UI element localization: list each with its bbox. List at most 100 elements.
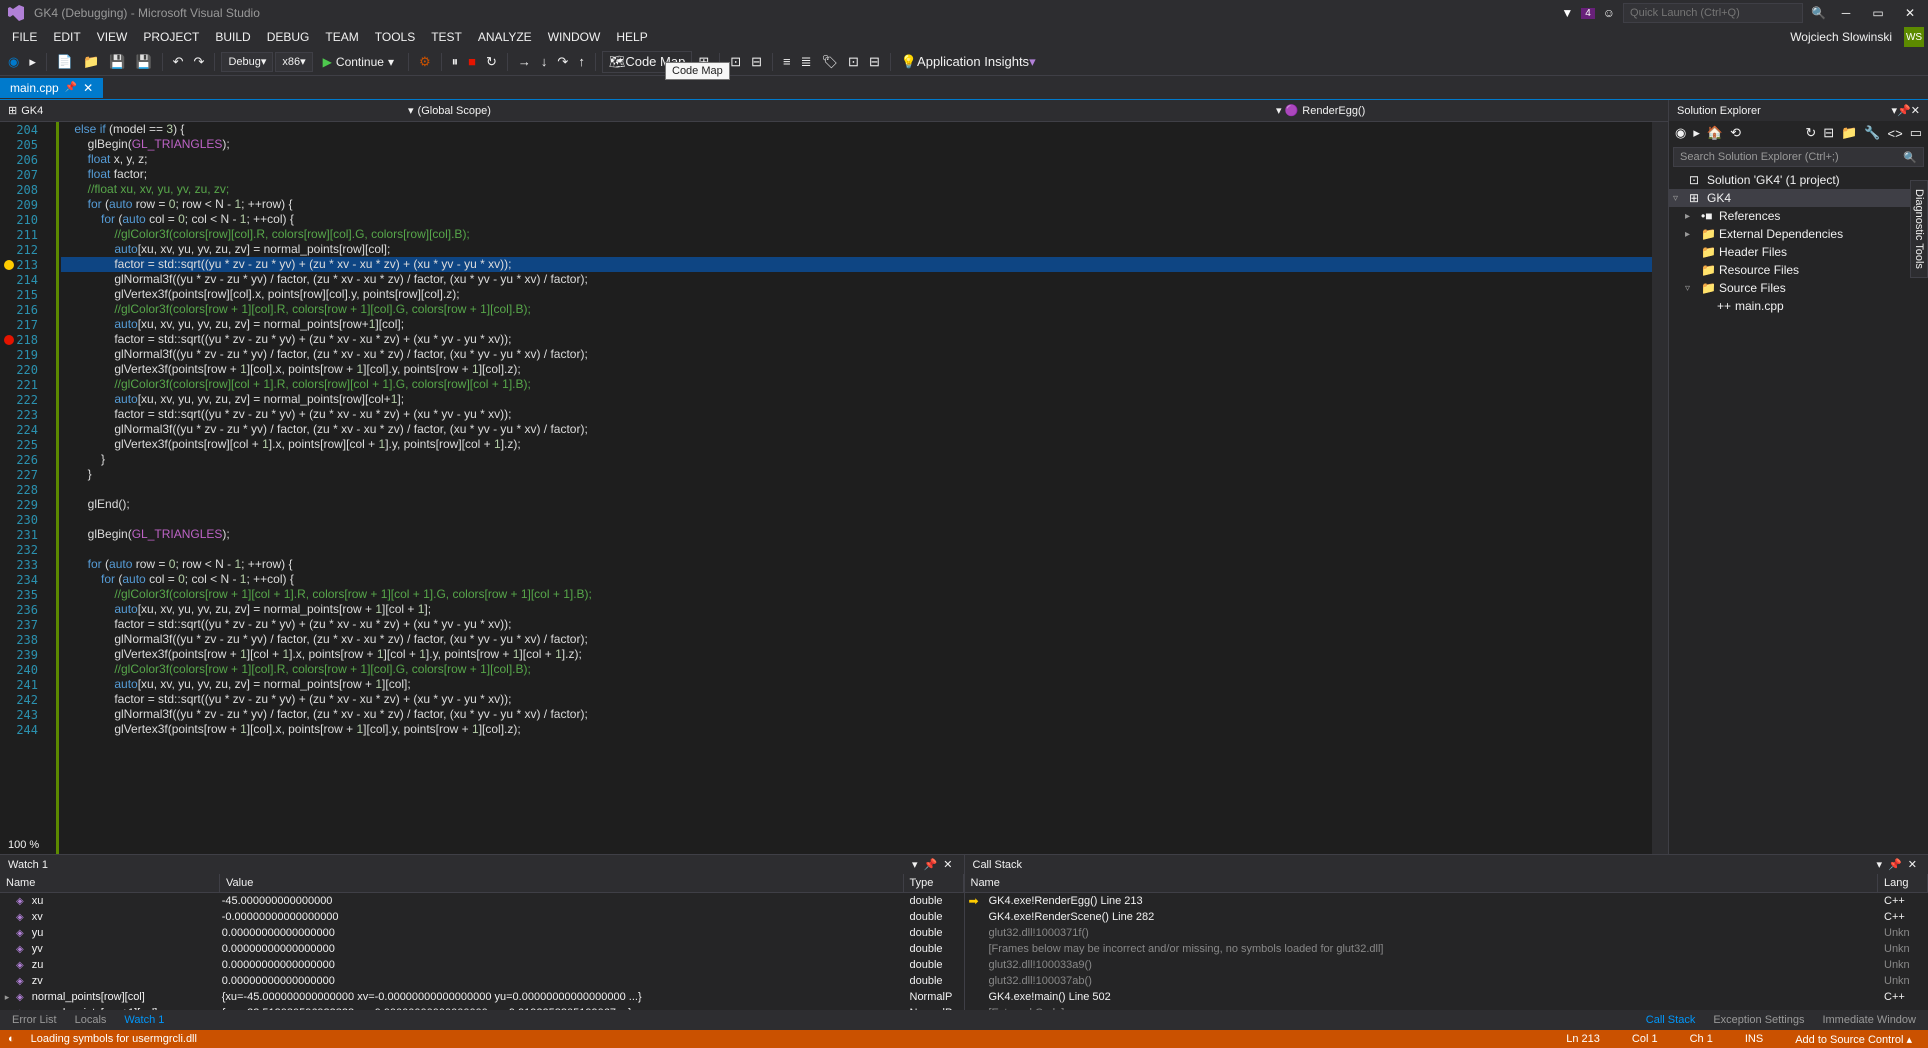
code-line[interactable]: glNormal3f((yu * zv - zu * yv) / factor,…	[61, 272, 1652, 287]
pin-icon[interactable]: 📌	[65, 82, 77, 93]
platform-combo[interactable]: x86 ▾	[275, 52, 312, 72]
tb-icon-4[interactable]: ≡	[779, 52, 795, 71]
tb-icon-7[interactable]: ⊡	[844, 52, 863, 72]
solution-tree[interactable]: ⊡Solution 'GK4' (1 project)▿⊞GK4▸•■Refer…	[1669, 169, 1928, 854]
tb-icon-3[interactable]: ⊟	[747, 52, 766, 72]
callstack-row[interactable]: [External Code]	[965, 1005, 1928, 1010]
code-line[interactable]: glBegin(GL_TRIANGLES);	[61, 527, 1652, 542]
save-icon[interactable]: 💾	[105, 52, 129, 72]
line-number[interactable]: 231	[0, 527, 56, 542]
menu-help[interactable]: HELP	[608, 28, 655, 46]
callstack-row[interactable]: GK4.exe!RenderScene() Line 282C++	[965, 909, 1928, 925]
tab-callstack[interactable]: Call Stack	[1638, 1012, 1704, 1028]
line-number[interactable]: 217	[0, 317, 56, 332]
line-number[interactable]: 221	[0, 377, 56, 392]
menu-debug[interactable]: DEBUG	[259, 28, 318, 46]
code-line[interactable]: glVertex3f(points[row + 1][col + 1].x, p…	[61, 647, 1652, 662]
tab-watch1[interactable]: Watch 1	[116, 1012, 172, 1028]
diagnostic-tools-tab[interactable]: Diagnostic Tools	[1910, 180, 1928, 278]
line-number[interactable]: 239	[0, 647, 56, 662]
code-line[interactable]: //glColor3f(colors[row + 1][col].R, colo…	[61, 302, 1652, 317]
line-number[interactable]: 238	[0, 632, 56, 647]
step-into-icon[interactable]: ↓	[537, 52, 552, 71]
code-line[interactable]: glNormal3f((yu * zv - zu * yv) / factor,…	[61, 707, 1652, 722]
tree-node[interactable]: ++main.cpp	[1669, 297, 1928, 315]
code-line[interactable]: glVertex3f(points[row][col + 1].x, point…	[61, 437, 1652, 452]
line-number[interactable]: 232	[0, 542, 56, 557]
menu-project[interactable]: PROJECT	[135, 28, 207, 46]
code-line[interactable]: factor = std::sqrt((yu * zv - zu * yv) +…	[61, 617, 1652, 632]
redo-icon[interactable]: ↷	[190, 52, 209, 72]
callstack-row[interactable]: ➡GK4.exe!RenderEgg() Line 213C++	[965, 893, 1928, 909]
step-out-icon[interactable]: ↑	[574, 52, 589, 71]
se-refresh-icon[interactable]: ↻	[1803, 123, 1818, 143]
code-line[interactable]: auto[xu, xv, yu, yv, zu, zv] = normal_po…	[61, 317, 1652, 332]
menu-test[interactable]: TEST	[423, 28, 470, 46]
line-number[interactable]: 227	[0, 467, 56, 482]
code-line[interactable]: factor = std::sqrt((yu * zv - zu * yv) +…	[61, 692, 1652, 707]
se-code-icon[interactable]: <>	[1886, 124, 1905, 143]
line-number[interactable]: 240	[0, 662, 56, 677]
se-sync-icon[interactable]: ⟲	[1728, 123, 1743, 143]
watch-row[interactable]: ◈xu-45.000000000000000double	[0, 893, 964, 909]
next-stmt-icon[interactable]: →	[514, 52, 535, 71]
se-showall-icon[interactable]: 📁	[1839, 123, 1859, 143]
tree-node[interactable]: ▿📁Source Files	[1669, 279, 1928, 297]
menu-edit[interactable]: EDIT	[45, 28, 88, 46]
menu-analyze[interactable]: ANALYZE	[470, 28, 540, 46]
line-number[interactable]: 224	[0, 422, 56, 437]
user-name[interactable]: Wojciech Slowinski	[1784, 28, 1898, 46]
panel-pin-icon[interactable]: 📌	[921, 858, 941, 871]
process-icon[interactable]: ⚙	[415, 52, 435, 72]
line-number[interactable]: 219	[0, 347, 56, 362]
menu-tools[interactable]: TOOLS	[367, 28, 423, 46]
code-line[interactable]: //glColor3f(colors[row][col + 1].R, colo…	[61, 377, 1652, 392]
cs-col-lang[interactable]: Lang	[1878, 874, 1928, 892]
callstack-row[interactable]: glut32.dll!1000371f()Unkn	[965, 925, 1928, 941]
code-line[interactable]: for (auto row = 0; row < N - 1; ++row) {	[61, 557, 1652, 572]
code-line[interactable]	[61, 512, 1652, 527]
callstack-row[interactable]: glut32.dll!100033a9()Unkn	[965, 957, 1928, 973]
code-line[interactable]: auto[xu, xv, yu, yv, zu, zv] = normal_po…	[61, 602, 1652, 617]
panel-close-icon[interactable]: ✕	[940, 858, 955, 871]
close-button[interactable]: ✕	[1898, 3, 1922, 23]
code-line[interactable]: //glColor3f(colors[row][col].R, colors[r…	[61, 227, 1652, 242]
line-number[interactable]: 241	[0, 677, 56, 692]
line-number[interactable]: 225	[0, 437, 56, 452]
panel-dropdown-icon[interactable]: ▾	[1874, 858, 1886, 871]
code-line[interactable]: auto[xu, xv, yu, yv, zu, zv] = normal_po…	[61, 677, 1652, 692]
code-editor[interactable]: 2042052062072082092102112122132142152162…	[0, 122, 1668, 854]
tab-exception[interactable]: Exception Settings	[1705, 1012, 1812, 1028]
watch-row[interactable]: ◈zv0.00000000000000000double	[0, 973, 964, 989]
quick-launch-input[interactable]	[1623, 3, 1803, 23]
code-line[interactable]: }	[61, 467, 1652, 482]
watch-row[interactable]: ▸◈normal_points[row][col]{xu=-45.0000000…	[0, 989, 964, 1005]
se-preview-icon[interactable]: ▭	[1908, 123, 1924, 143]
code-line[interactable]: }	[61, 452, 1652, 467]
code-line[interactable]: glNormal3f((yu * zv - zu * yv) / factor,…	[61, 632, 1652, 647]
solution-search[interactable]: Search Solution Explorer (Ctrl+;) 🔍	[1673, 147, 1924, 167]
line-number[interactable]: 213	[0, 257, 56, 272]
stop-icon[interactable]: ■	[464, 52, 480, 71]
code-line[interactable]: for (auto col = 0; col < N - 1; ++col) {	[61, 572, 1652, 587]
line-number[interactable]: 209	[0, 197, 56, 212]
panel-close-icon[interactable]: ✕	[1911, 105, 1920, 117]
watch-col-value[interactable]: Value	[220, 874, 904, 892]
code-line[interactable]	[61, 542, 1652, 557]
code-line[interactable]: auto[xu, xv, yu, yv, zu, zv] = normal_po…	[61, 392, 1652, 407]
nav-back-icon[interactable]: ◉	[4, 52, 23, 72]
callstack-row[interactable]: glut32.dll!100037ab()Unkn	[965, 973, 1928, 989]
line-number[interactable]: 229	[0, 497, 56, 512]
line-number[interactable]: 220	[0, 362, 56, 377]
se-home-icon[interactable]: 🏠	[1705, 123, 1725, 143]
line-number[interactable]: 205	[0, 137, 56, 152]
cs-col-name[interactable]: Name	[965, 874, 1879, 892]
code-line[interactable]: auto[xu, xv, yu, yv, zu, zv] = normal_po…	[61, 242, 1652, 257]
code-line[interactable]: for (auto col = 0; col < N - 1; ++col) {	[61, 212, 1652, 227]
restart-icon[interactable]: ↻	[482, 52, 501, 72]
line-number[interactable]: 222	[0, 392, 56, 407]
menu-window[interactable]: WINDOW	[540, 28, 609, 46]
line-number[interactable]: 226	[0, 452, 56, 467]
code-line[interactable]: glNormal3f((yu * zv - zu * yv) / factor,…	[61, 422, 1652, 437]
callstack-row[interactable]: [Frames below may be incorrect and/or mi…	[965, 941, 1928, 957]
